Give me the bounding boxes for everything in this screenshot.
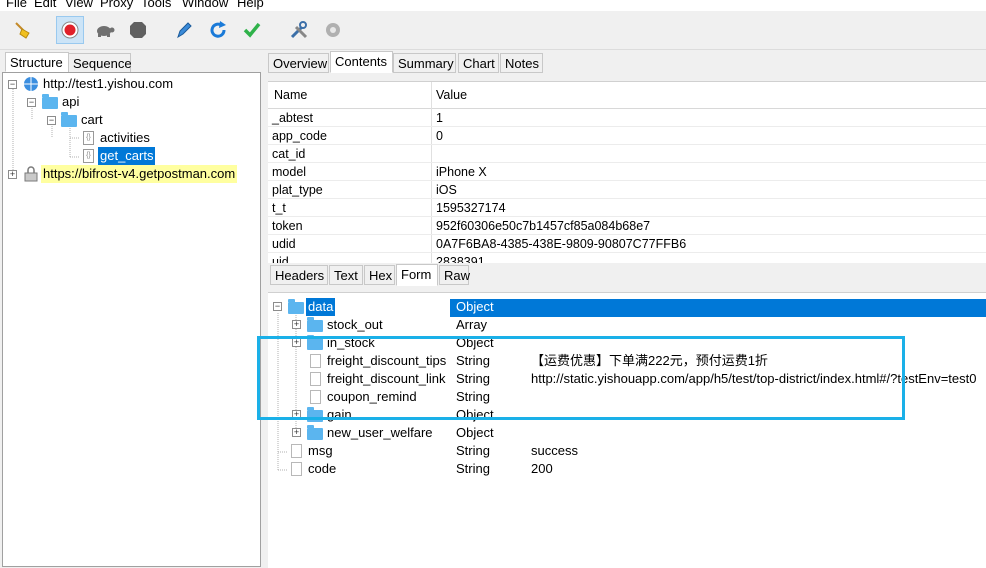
tab-contents[interactable]: Contents: [330, 51, 393, 73]
globe-icon: [24, 77, 38, 91]
pen-icon[interactable]: [170, 16, 198, 44]
selection-bar: [450, 299, 986, 317]
tab-headers[interactable]: Headers: [270, 265, 328, 285]
param-value: iOS: [436, 183, 457, 197]
folder-icon: [42, 94, 58, 109]
expand-toggle[interactable]: +: [292, 320, 301, 329]
node-type: String: [456, 443, 490, 458]
settings-icon[interactable]: [319, 16, 347, 44]
menu-file[interactable]: File: [6, 0, 27, 10]
tab-structure[interactable]: Structure: [5, 52, 69, 72]
tree-host-test1[interactable]: http://test1.yishou.com: [43, 75, 173, 93]
tab-summary[interactable]: Summary: [393, 53, 456, 73]
menu-edit[interactable]: Edit: [34, 0, 56, 10]
table-row[interactable]: token 952f60306e50c7b1457cf85a084b68e7: [268, 217, 986, 235]
folder-icon: [288, 299, 304, 314]
param-value: 0A7F6BA8-4385-438E-9809-90807C77FFB6: [436, 237, 687, 251]
node-type: Object: [456, 425, 494, 440]
table-row[interactable]: _abtest 1: [268, 109, 986, 127]
node-code[interactable]: code: [308, 460, 336, 478]
menu-proxy[interactable]: Proxy: [100, 0, 133, 10]
param-name: token: [272, 219, 303, 233]
node-type: String: [456, 461, 490, 476]
param-name: plat_type: [272, 183, 323, 197]
node-value: success: [531, 443, 578, 458]
param-name: uid: [272, 255, 289, 263]
folder-icon: [61, 112, 77, 127]
expand-toggle[interactable]: +: [8, 170, 17, 179]
param-name: cat_id: [272, 147, 306, 161]
tree-host-bifrost[interactable]: https://bifrost-v4.getpostman.com: [41, 165, 238, 183]
menu-tools[interactable]: Tools: [141, 0, 171, 10]
table-row[interactable]: uid 2838391: [268, 253, 986, 263]
tab-raw[interactable]: Raw: [439, 265, 470, 285]
node-data-type: Object: [456, 299, 494, 314]
param-value: 952f60306e50c7b1457cf85a084b68e7: [436, 219, 651, 233]
node-msg[interactable]: msg: [308, 442, 333, 460]
params-table: Name Value _abtest 1 app_code 0 cat_id mod…: [268, 81, 986, 263]
tree-node-get-carts[interactable]: get_carts: [98, 147, 156, 165]
node-data[interactable]: data: [306, 298, 336, 316]
param-value: 2838391: [436, 255, 485, 263]
tab-form[interactable]: Form: [396, 264, 438, 286]
table-row[interactable]: t_t 1595327174: [268, 199, 986, 217]
file-icon: [291, 462, 302, 476]
header-value: Value: [436, 88, 468, 102]
splitter[interactable]: [262, 51, 266, 567]
collapse-toggle[interactable]: −: [27, 98, 36, 107]
menu-window[interactable]: Window: [182, 0, 228, 10]
param-name: _abtest: [272, 111, 314, 125]
node-stock-out[interactable]: stock_out: [327, 316, 383, 334]
json-file-icon: {}: [83, 149, 94, 163]
turtle-icon[interactable]: [90, 16, 118, 44]
record-icon[interactable]: [56, 16, 84, 44]
collapse-toggle[interactable]: −: [47, 116, 56, 125]
stop-icon[interactable]: [124, 16, 152, 44]
tab-sequence[interactable]: Sequence: [68, 53, 132, 73]
tree-node-activities[interactable]: activities: [100, 129, 150, 147]
json-file-icon: {}: [83, 131, 94, 145]
broom-icon[interactable]: [8, 16, 36, 44]
tab-notes[interactable]: Notes: [500, 53, 543, 73]
param-value: 1595327174: [436, 201, 506, 215]
header-name: Name: [274, 88, 308, 102]
lock-icon: [24, 166, 38, 182]
param-name: model: [272, 165, 307, 179]
toolbar: [0, 11, 986, 50]
table-row[interactable]: udid 0A7F6BA8-4385-438E-9809-90807C77FFB6: [268, 235, 986, 253]
param-value: 1: [436, 111, 443, 125]
param-value: 0: [436, 129, 443, 143]
collapse-toggle[interactable]: −: [273, 302, 282, 311]
tab-hex[interactable]: Hex: [364, 265, 395, 285]
tree-node-cart[interactable]: cart: [81, 111, 103, 129]
highlight-box: [257, 336, 905, 420]
menu-view[interactable]: View: [65, 0, 93, 10]
file-icon: [291, 444, 302, 458]
tab-overview[interactable]: Overview: [268, 53, 329, 73]
node-type: Array: [456, 317, 488, 332]
folder-icon: [307, 425, 323, 440]
param-name: udid: [272, 237, 296, 251]
param-name: app_code: [272, 129, 327, 143]
table-row[interactable]: app_code 0: [268, 127, 986, 145]
tree-node-api[interactable]: api: [62, 93, 79, 111]
table-row[interactable]: model iPhone X: [268, 163, 986, 181]
table-row[interactable]: plat_type iOS: [268, 181, 986, 199]
collapse-toggle[interactable]: −: [8, 80, 17, 89]
node-new-user-welfare[interactable]: new_user_welfare: [327, 424, 433, 442]
folder-icon: [307, 317, 323, 332]
menu-bar: File Edit View Proxy Tools Window Help: [0, 0, 986, 11]
param-value: iPhone X: [436, 165, 487, 179]
check-icon[interactable]: [238, 16, 266, 44]
tab-text[interactable]: Text: [329, 265, 363, 285]
param-name: t_t: [272, 201, 286, 215]
table-header: Name Value: [268, 82, 986, 109]
tab-chart[interactable]: Chart: [458, 53, 499, 73]
table-row[interactable]: cat_id: [268, 145, 986, 163]
expand-toggle[interactable]: +: [292, 428, 301, 437]
menu-help[interactable]: Help: [237, 0, 264, 10]
node-value: 200: [531, 461, 553, 476]
tools-icon[interactable]: [285, 16, 313, 44]
refresh-icon[interactable]: [204, 16, 232, 44]
